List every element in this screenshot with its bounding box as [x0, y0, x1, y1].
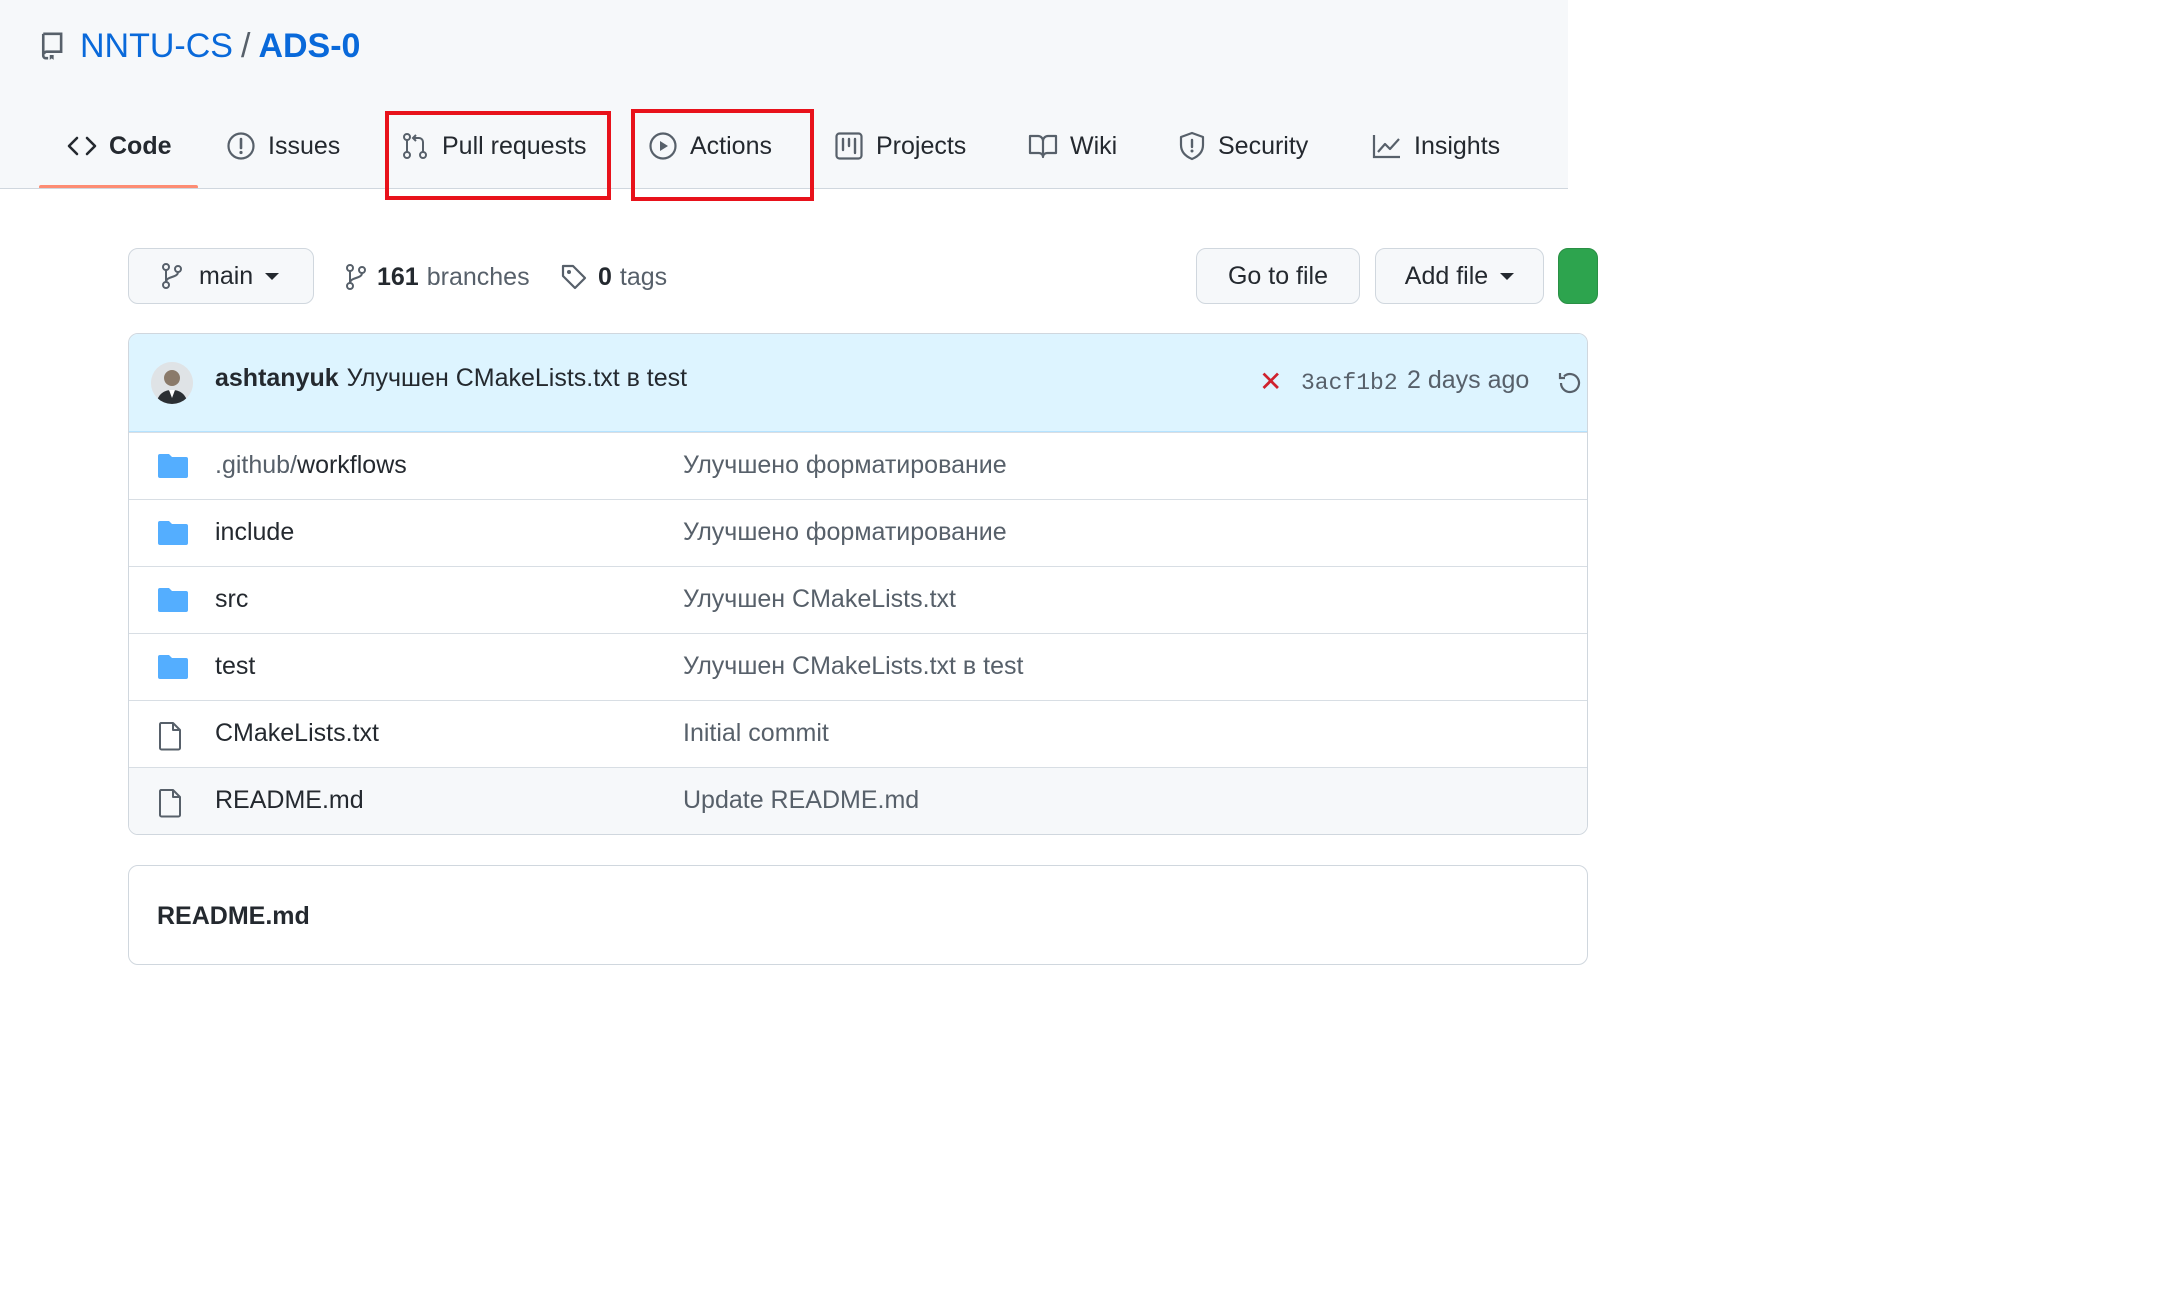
tab-issues[interactable]: Issues	[226, 118, 340, 174]
file-name[interactable]: test	[215, 652, 255, 681]
file-commit-message[interactable]: Улучшено форматирование	[683, 518, 1007, 547]
shield-icon	[1178, 131, 1206, 161]
latest-commit-bar: ashtanyuk Улучшен CMakeLists.txt в test ✕…	[129, 334, 1587, 432]
tags-count: 0	[598, 262, 612, 291]
file-icon	[157, 788, 183, 823]
git-branch-icon	[345, 263, 367, 291]
tab-label: Projects	[876, 131, 967, 160]
avatar[interactable]	[151, 362, 193, 404]
file-commit-message[interactable]: Initial commit	[683, 719, 829, 748]
file-commit-message[interactable]: Update README.md	[683, 786, 919, 815]
branches-link[interactable]: 161 branches	[345, 258, 530, 296]
add-file-button[interactable]: Add file	[1375, 248, 1544, 304]
repo-title: NNTU-CS / ADS-0	[40, 24, 360, 68]
commit-author[interactable]: ashtanyuk	[215, 364, 339, 392]
actions-highlight-box	[631, 109, 814, 201]
file-row[interactable]: CMakeLists.txt Initial commit	[129, 700, 1587, 767]
folder-icon	[157, 587, 189, 618]
tab-label: Wiki	[1070, 131, 1118, 160]
tab-label: Issues	[268, 131, 341, 160]
issue-opened-icon	[226, 131, 256, 161]
x-icon[interactable]: ✕	[1259, 368, 1282, 396]
git-branch-icon	[161, 262, 183, 290]
branch-name: main	[199, 261, 254, 290]
file-row[interactable]: README.md Update README.md	[129, 767, 1587, 834]
graph-icon	[1372, 132, 1402, 160]
go-to-file-button[interactable]: Go to file	[1196, 248, 1360, 304]
tab-projects[interactable]: Projects	[834, 118, 966, 174]
readme-panel: README.md	[128, 865, 1588, 965]
add-file-label: Add file	[1404, 261, 1489, 290]
file-name[interactable]: CMakeLists.txt	[215, 719, 379, 748]
repo-separator: /	[240, 26, 251, 65]
code-button[interactable]	[1558, 248, 1598, 304]
project-icon	[834, 131, 864, 161]
tags-link[interactable]: 0 tags	[560, 258, 667, 296]
branch-select-button[interactable]: main	[128, 248, 314, 304]
file-commit-message[interactable]: Улучшен CMakeLists.txt в test	[683, 652, 1023, 681]
file-row[interactable]: test Улучшен CMakeLists.txt в test	[129, 633, 1587, 700]
file-row[interactable]: src Улучшен CMakeLists.txt	[129, 566, 1587, 633]
tab-insights[interactable]: Insights	[1372, 118, 1500, 174]
file-icon	[157, 721, 183, 756]
history-icon[interactable]	[1557, 370, 1583, 401]
code-icon	[67, 135, 97, 157]
file-commit-message[interactable]: Улучшено форматирование	[683, 451, 1007, 480]
chevron-down-icon	[265, 272, 280, 280]
branches-label: branches	[426, 262, 530, 291]
tab-code[interactable]: Code	[67, 118, 172, 174]
tab-security[interactable]: Security	[1178, 118, 1308, 174]
tab-label: Code	[109, 131, 172, 160]
repo-name-link[interactable]: ADS-0	[258, 27, 360, 66]
tab-wiki[interactable]: Wiki	[1028, 118, 1117, 174]
pull-requests-highlight-box	[385, 111, 611, 200]
chevron-down-icon	[1500, 272, 1515, 280]
repo-icon	[40, 31, 66, 61]
folder-icon	[157, 654, 189, 685]
file-row[interactable]: .github/workflows Улучшено форматировани…	[129, 432, 1587, 499]
file-name[interactable]: README.md	[215, 786, 364, 815]
commit-time: 2 days ago	[1407, 366, 1530, 394]
commit-summary: ashtanyuk Улучшен CMakeLists.txt в test	[215, 364, 687, 393]
tab-label: Insights	[1414, 131, 1501, 160]
file-row[interactable]: include Улучшено форматирование	[129, 499, 1587, 566]
readme-title: README.md	[157, 902, 310, 930]
commit-sha[interactable]: 3acf1b2	[1301, 370, 1398, 396]
file-listing: ashtanyuk Улучшен CMakeLists.txt в test ✕…	[128, 333, 1588, 835]
branches-count: 161	[377, 262, 419, 291]
file-commit-message[interactable]: Улучшен CMakeLists.txt	[683, 585, 956, 614]
repo-owner-link[interactable]: NNTU-CS	[80, 27, 233, 66]
commit-message[interactable]: Улучшен CMakeLists.txt в test	[347, 364, 687, 392]
tag-icon	[560, 263, 588, 291]
file-name[interactable]: src	[215, 585, 248, 614]
folder-icon	[157, 453, 189, 484]
file-name[interactable]: .github/workflows	[215, 451, 407, 480]
folder-icon	[157, 520, 189, 551]
tags-label: tags	[619, 262, 668, 291]
book-icon	[1028, 132, 1058, 160]
tab-label: Security	[1218, 131, 1309, 160]
file-name[interactable]: include	[215, 518, 294, 547]
